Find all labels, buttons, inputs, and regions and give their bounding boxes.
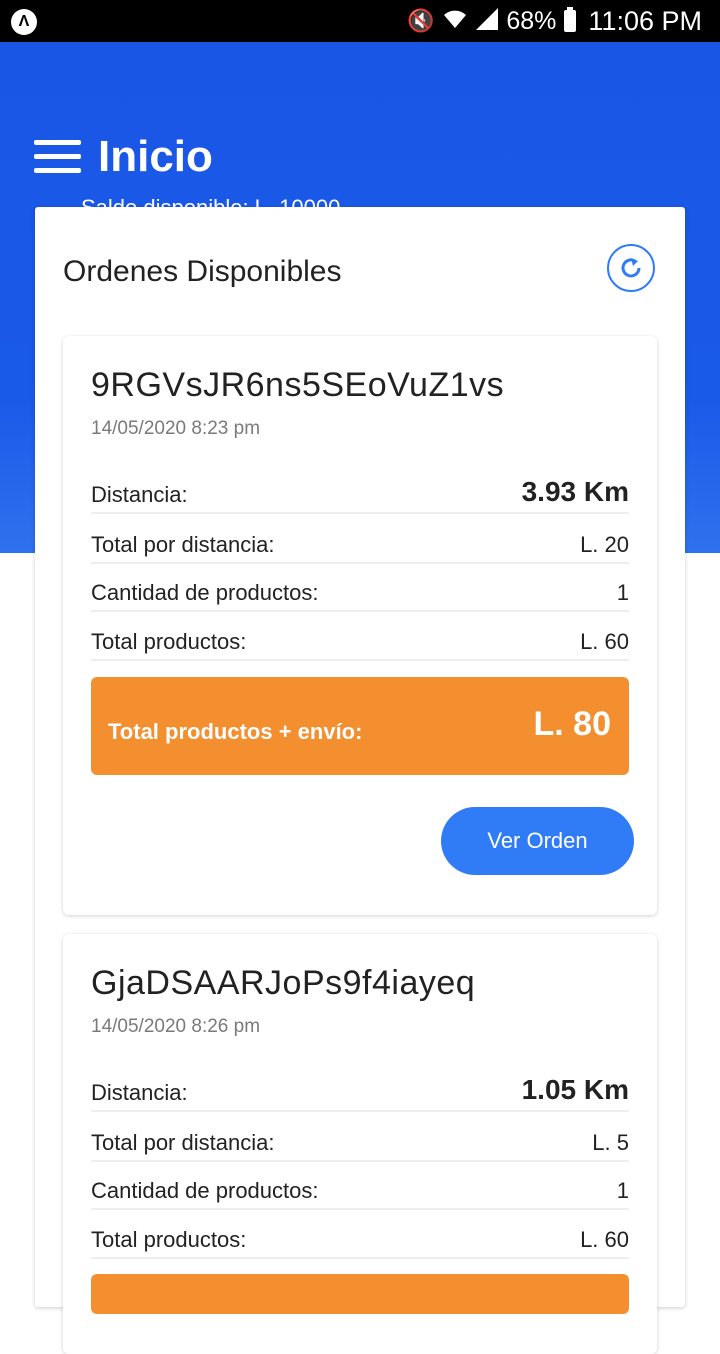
distance-value: 1.05 Km	[521, 1074, 629, 1105]
status-bar: Λ 🔇 68% 11:06 PM	[0, 0, 720, 42]
battery-icon	[564, 7, 577, 32]
hamburger-menu-icon[interactable]	[34, 140, 82, 174]
distance-label: Distancia:	[91, 1080, 188, 1105]
distance-row: Distancia: 3.93 Km	[91, 466, 629, 514]
status-icons: 🔇 68% 11:06 PM	[407, 0, 702, 42]
quantity-label: Cantidad de productos:	[91, 1178, 319, 1203]
app-logo-icon: Λ	[11, 9, 37, 35]
order-id: 9RGVsJR6ns5SEoVuZ1vs	[91, 366, 505, 404]
total-distance-value: L. 20	[580, 532, 629, 557]
clock: 11:06 PM	[588, 5, 702, 36]
total-distance-label: Total por distancia:	[91, 532, 275, 557]
total-products-row: Total productos: L. 60	[91, 613, 629, 661]
quantity-value: 1	[616, 580, 629, 605]
grand-total-box: Total productos + envío: L. 80	[91, 677, 629, 775]
mute-icon: 🔇	[406, 8, 435, 33]
battery-percent: 68%	[506, 6, 557, 35]
total-products-row: Total productos: L. 60	[91, 1211, 629, 1259]
grand-total-box	[91, 1274, 629, 1314]
order-card: 9RGVsJR6ns5SEoVuZ1vs 14/05/2020 8:23 pm …	[63, 336, 657, 915]
refresh-icon[interactable]	[607, 244, 655, 292]
order-card: GjaDSAARJoPs9f4iayeq 14/05/2020 8:26 pm …	[63, 934, 657, 1354]
total-products-label: Total productos:	[91, 1227, 247, 1252]
total-products-value: L. 60	[580, 629, 629, 654]
total-distance-row: Total por distancia: L. 20	[91, 516, 629, 564]
distance-value: 3.93 Km	[521, 476, 629, 507]
order-date: 14/05/2020 8:23 pm	[91, 418, 261, 439]
distance-label: Distancia:	[91, 482, 188, 507]
quantity-row: Cantidad de productos: 1	[91, 1162, 629, 1210]
total-products-label: Total productos:	[91, 629, 247, 654]
order-id: GjaDSAARJoPs9f4iayeq	[91, 964, 476, 1002]
wifi-icon	[442, 8, 468, 34]
page-title: Inicio	[98, 132, 213, 181]
signal-icon	[476, 8, 499, 34]
total-products-value: L. 60	[580, 1227, 629, 1252]
grand-total-value: L. 80	[533, 705, 611, 743]
section-title: Ordenes Disponibles	[63, 255, 342, 288]
distance-row: Distancia: 1.05 Km	[91, 1064, 629, 1112]
quantity-value: 1	[616, 1178, 629, 1203]
order-date: 14/05/2020 8:26 pm	[91, 1016, 261, 1037]
quantity-row: Cantidad de productos: 1	[91, 564, 629, 612]
orders-panel: Ordenes Disponibles 9RGVsJR6ns5SEoVuZ1vs…	[35, 207, 685, 1354]
total-distance-value: L. 5	[592, 1130, 629, 1155]
total-distance-row: Total por distancia: L. 5	[91, 1114, 629, 1162]
quantity-label: Cantidad de productos:	[91, 580, 319, 605]
total-distance-label: Total por distancia:	[91, 1130, 275, 1155]
grand-total-label: Total productos + envío:	[108, 719, 363, 744]
view-order-button[interactable]: Ver Orden	[441, 807, 634, 875]
